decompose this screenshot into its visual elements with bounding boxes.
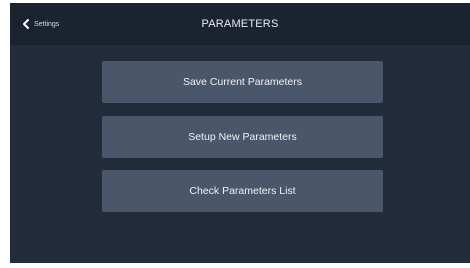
setup-new-parameters-button[interactable]: Setup New Parameters <box>102 116 383 158</box>
page-title: PARAMETERS <box>201 18 279 30</box>
save-current-parameters-button[interactable]: Save Current Parameters <box>102 61 383 103</box>
check-parameters-list-button[interactable]: Check Parameters List <box>102 170 383 212</box>
parameters-screen: Settings PARAMETERS Save Current Paramet… <box>10 3 470 265</box>
top-bar: Settings PARAMETERS <box>10 3 470 45</box>
